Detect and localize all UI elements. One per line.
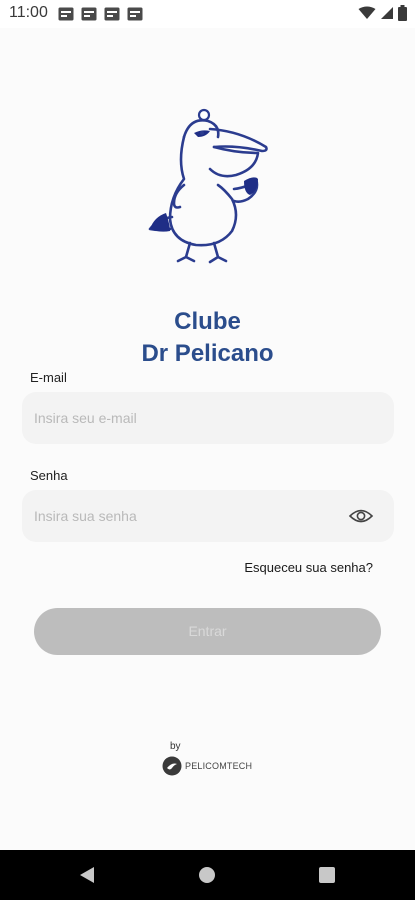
signal-icon bbox=[381, 7, 393, 19]
status-time: 11:00 bbox=[9, 4, 48, 21]
login-button[interactable]: Entrar bbox=[34, 608, 381, 655]
back-icon[interactable] bbox=[79, 866, 95, 884]
recents-icon[interactable] bbox=[319, 867, 335, 883]
notification-icon bbox=[81, 7, 97, 21]
app-title-line2: Dr Pelicano bbox=[141, 340, 274, 367]
wifi-icon bbox=[358, 6, 376, 19]
status-bar: 11:00 bbox=[0, 0, 415, 28]
login-screen: Clube Dr Pelicano E-mail Senha Esqueceu … bbox=[0, 28, 415, 850]
pelican-mascot-logo bbox=[148, 108, 268, 264]
app-title-line1: Clube bbox=[174, 308, 241, 335]
notification-icon bbox=[58, 7, 74, 21]
password-input[interactable] bbox=[34, 490, 334, 542]
home-icon[interactable] bbox=[199, 867, 215, 883]
pelicomtech-logo-icon bbox=[162, 756, 182, 776]
email-label: E-mail bbox=[30, 370, 67, 385]
footer-by-text: by bbox=[170, 741, 181, 752]
footer-brand: PELICOMTECH bbox=[162, 756, 252, 776]
footer-brand-name: PELICOMTECH bbox=[185, 761, 253, 771]
notification-icon bbox=[127, 7, 143, 21]
password-label: Senha bbox=[30, 468, 68, 483]
password-field-container bbox=[22, 490, 394, 542]
email-input[interactable] bbox=[34, 392, 334, 444]
show-password-eye-icon[interactable] bbox=[348, 505, 374, 527]
battery-icon bbox=[398, 5, 407, 21]
forgot-password-link[interactable]: Esqueceu sua senha? bbox=[244, 560, 373, 575]
notification-icon bbox=[104, 7, 120, 21]
email-field-container bbox=[22, 392, 394, 444]
system-navigation-bar bbox=[0, 850, 415, 900]
